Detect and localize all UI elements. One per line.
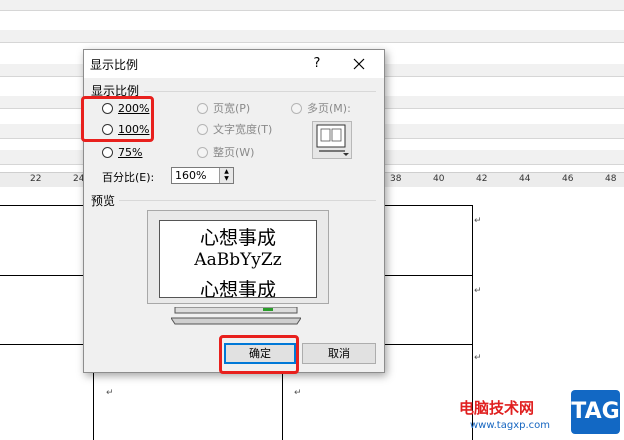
ruler-tick: 22 (30, 174, 42, 184)
radio-icon (197, 102, 208, 114)
radio-text-width[interactable]: 文字宽度(T) (197, 121, 272, 137)
radio-icon (197, 123, 208, 135)
radio-multipage[interactable]: 多页(M): (291, 100, 351, 116)
radio-whole-page[interactable]: 整页(W) (197, 144, 254, 160)
monitor-pages-icon (316, 124, 349, 156)
radio-75-label: 75% (118, 145, 143, 159)
highlight-ok-button (219, 335, 299, 374)
ruler-tick: 48 (605, 174, 617, 184)
paragraph-mark: ↵ (294, 388, 302, 398)
dialog-title: 显示比例 (90, 58, 139, 72)
percent-label: 百分比(E): (102, 171, 155, 184)
radio-icon (197, 146, 208, 158)
percent-input[interactable]: 160% ▲ ▼ (171, 167, 234, 184)
preview-group-label: 预览 (91, 194, 116, 208)
percent-spinner[interactable]: ▲ ▼ (219, 168, 233, 183)
ruler-tick: 44 (519, 174, 531, 184)
watermark-url: www.tagxp.com (470, 420, 550, 431)
dialog-titlebar[interactable]: 显示比例 ? (84, 50, 384, 78)
monitor-stand-icon (171, 307, 301, 325)
percent-value: 160% (175, 169, 207, 182)
radio-text-width-label: 文字宽度(T) (213, 123, 273, 136)
multipage-button[interactable] (312, 121, 352, 159)
watermark-site: 电脑技术网 (459, 399, 535, 417)
radio-page-width-label: 页宽(P) (213, 102, 251, 115)
spin-up-icon[interactable]: ▲ (220, 168, 233, 175)
ruler-tick: 46 (562, 174, 574, 184)
paragraph-mark: ↵ (474, 286, 482, 296)
radio-75[interactable]: 75% (102, 144, 142, 160)
close-icon (353, 58, 365, 70)
radio-page-width[interactable]: 页宽(P) (197, 100, 250, 116)
ruler-tick: 42 (476, 174, 488, 184)
paragraph-mark: ↵ (474, 353, 482, 363)
radio-icon (102, 146, 113, 158)
preview-line-1: 心想事成 (199, 227, 276, 249)
paragraph-mark: ↵ (474, 216, 482, 226)
group-divider (119, 200, 376, 201)
help-button[interactable]: ? (306, 54, 328, 74)
preview-line-3: 心想事成 (199, 279, 276, 298)
spin-down-icon[interactable]: ▼ (220, 175, 233, 182)
preview-screen: 心想事成 AaBbYyZz 心想事成 (159, 220, 317, 298)
preview-monitor: 心想事成 AaBbYyZz 心想事成 (147, 210, 329, 304)
ruler-tick: 40 (433, 174, 445, 184)
radio-multipage-label: 多页(M): (307, 102, 351, 115)
toolbar-row-2 (0, 30, 624, 43)
highlight-zoom-options (81, 96, 154, 142)
toolbar-row-1 (0, 0, 624, 11)
group-divider (144, 91, 376, 92)
ruler-tick: 38 (390, 174, 402, 184)
close-button[interactable] (346, 54, 372, 74)
radio-icon (291, 102, 302, 114)
cancel-button[interactable]: 取消 (302, 343, 376, 364)
radio-whole-page-label: 整页(W) (213, 146, 255, 159)
preview-line-2: AaBbYyZz (194, 250, 282, 270)
paragraph-mark: ↵ (106, 388, 114, 398)
watermark-tag-logo: TAG (571, 390, 620, 434)
